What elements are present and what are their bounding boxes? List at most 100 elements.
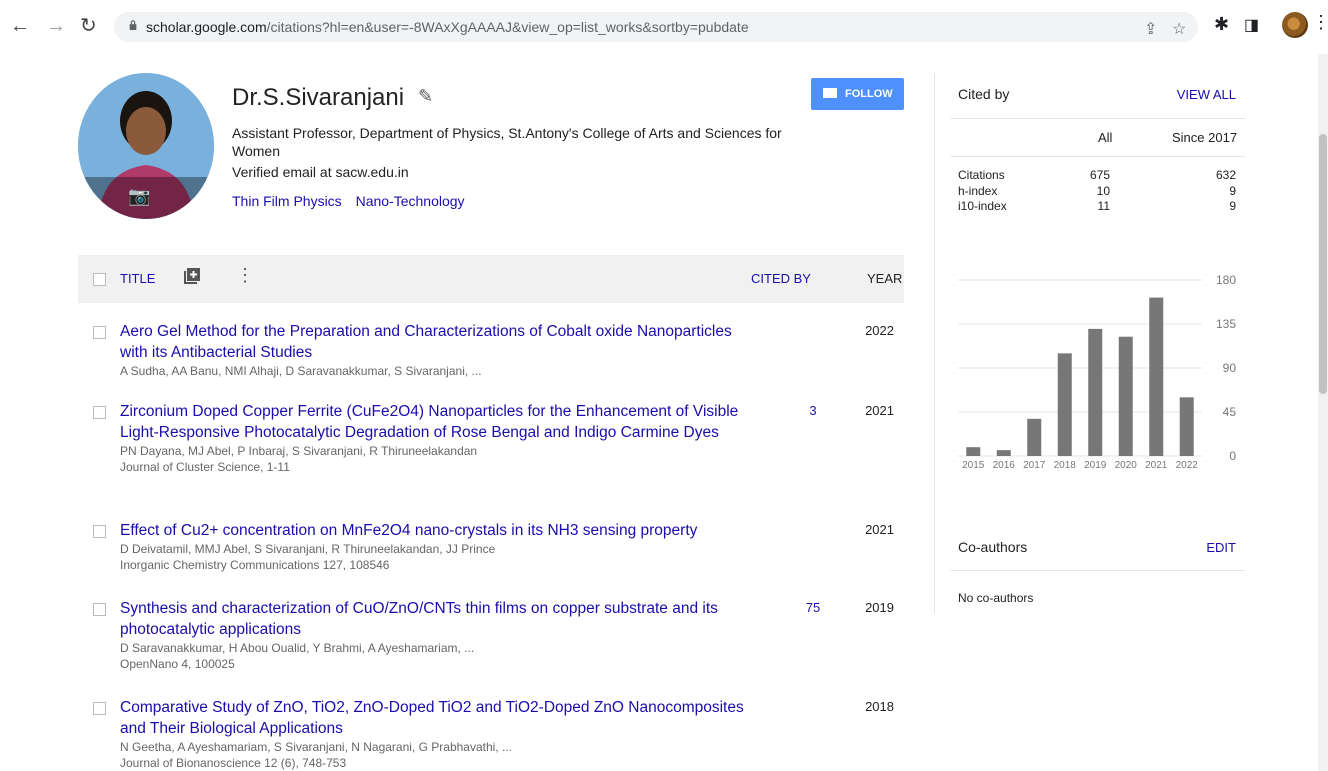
- article-authors: N Geetha, A Ayeshamariam, S Sivaranjani,…: [120, 740, 512, 754]
- chart-x-tick-label: 2015: [962, 460, 985, 471]
- chart-x-tick-label: 2016: [993, 460, 1016, 471]
- article-authors: PN Dayana, MJ Abel, P Inbaraj, S Sivaran…: [120, 444, 478, 458]
- stat-all: 10: [1096, 184, 1110, 198]
- article-authors: D Deivatamil, MMJ Abel, S Sivaranjani, R…: [120, 542, 496, 556]
- cited-by-header: Cited by VIEW ALL: [958, 86, 1236, 104]
- article-checkbox[interactable]: [93, 603, 106, 616]
- col-since-header: Since 2017: [1172, 130, 1238, 145]
- article-year: 2018: [865, 699, 894, 714]
- forward-icon[interactable]: →: [46, 14, 66, 38]
- chart-bar[interactable]: [1027, 418, 1042, 456]
- chart-x-tick-label: 2022: [1176, 460, 1199, 471]
- chart-bar[interactable]: [1179, 397, 1194, 456]
- article-checkbox[interactable]: [93, 326, 106, 339]
- chart-x-tick-label: 2017: [1023, 460, 1046, 471]
- chart-y-tick-label: 180: [1216, 273, 1236, 287]
- col-all-header: All: [1098, 130, 1113, 145]
- url-text: scholar.google.com/citations?hl=en&user=…: [146, 19, 749, 35]
- column-divider: [934, 73, 935, 613]
- article-checkbox[interactable]: [93, 702, 106, 715]
- chart-bar[interactable]: [996, 450, 1011, 456]
- chart-x-tick-label: 2020: [1115, 460, 1138, 471]
- chart-bar[interactable]: [1057, 353, 1072, 456]
- chart-y-tick-label: 135: [1216, 317, 1236, 331]
- chart-x-tick-label: 2018: [1054, 460, 1077, 471]
- extensions-icon[interactable]: ✱: [1214, 14, 1229, 35]
- article-year: 2022: [865, 323, 894, 338]
- coauthors-heading: Co-authors: [958, 539, 1028, 555]
- browser-menu-icon[interactable]: ⋮: [1312, 12, 1328, 33]
- lock-icon: [129, 20, 137, 30]
- interest-link[interactable]: Thin Film Physics: [232, 193, 342, 209]
- divider: [950, 118, 1245, 119]
- article-venue: Journal of Bionanoscience 12 (6), 748-75…: [120, 756, 347, 770]
- article-year: 2021: [865, 522, 894, 537]
- view-all-link[interactable]: VIEW ALL: [1177, 87, 1236, 102]
- stat-label[interactable]: Citations: [958, 168, 1005, 182]
- stat-since: 9: [1229, 184, 1236, 198]
- add-article-icon[interactable]: [184, 268, 200, 284]
- back-icon[interactable]: ←: [10, 14, 30, 38]
- article-title[interactable]: Synthesis and characterization of CuO/Zn…: [120, 598, 760, 640]
- article-venue: Journal of Cluster Science, 1-11: [120, 460, 290, 474]
- verified-email: Verified email at sacw.edu.in: [232, 164, 409, 180]
- stat-since: 632: [1215, 168, 1236, 182]
- article-checkbox[interactable]: [93, 406, 106, 419]
- article-venue: Inorganic Chemistry Communications 127, …: [120, 558, 390, 572]
- reload-icon[interactable]: ↻: [80, 14, 97, 38]
- stat-all: 11: [1097, 199, 1110, 213]
- research-interests: Thin Film Physics Nano-Technology: [232, 193, 475, 209]
- coauthors-header: Co-authors EDIT: [958, 539, 1236, 557]
- page-scrollbar[interactable]: [1318, 54, 1328, 771]
- chart-bar[interactable]: [1088, 328, 1103, 456]
- divider: [950, 156, 1245, 157]
- follow-button[interactable]: FOLLOW: [811, 78, 904, 110]
- side-panel-icon[interactable]: ◨: [1244, 15, 1259, 35]
- article-year: 2021: [865, 403, 894, 418]
- divider: [950, 570, 1245, 571]
- article-authors: D Saravanakkumar, H Abou Oualid, Y Brahm…: [120, 641, 475, 655]
- interest-link[interactable]: Nano-Technology: [356, 193, 465, 209]
- chart-bar[interactable]: [1118, 336, 1133, 456]
- edit-coauthors-link[interactable]: EDIT: [1206, 540, 1236, 555]
- browser-toolbar: ← → ↻ scholar.google.com/citations?hl=en…: [0, 0, 1328, 54]
- article-title[interactable]: Aero Gel Method for the Preparation and …: [120, 321, 760, 363]
- citations-per-year-chart: 180 135 90 45 0 2015 2016 2017 2018 2019 2020 2021 2…: [958, 273, 1237, 471]
- more-actions-icon[interactable]: ⋮: [236, 265, 254, 286]
- article-checkbox[interactable]: [93, 525, 106, 538]
- address-bar[interactable]: scholar.google.com/citations?hl=en&user=…: [114, 12, 1198, 42]
- article-cited-by[interactable]: 75: [798, 600, 828, 615]
- stat-label[interactable]: i10-index: [958, 199, 1007, 213]
- affiliation: Assistant Professor, Department of Physi…: [232, 125, 782, 159]
- cited-by-heading: Cited by: [958, 86, 1010, 102]
- sort-by-title[interactable]: TITLE: [120, 271, 155, 286]
- sort-by-cited[interactable]: CITED BY: [751, 271, 811, 286]
- articles-table-header: TITLE ⋮ CITED BY YEAR: [78, 255, 904, 303]
- stat-all: 675: [1089, 168, 1110, 182]
- article-title[interactable]: Effect of Cu2+ concentration on MnFe2O4 …: [120, 520, 760, 541]
- article-cited-by[interactable]: 3: [798, 403, 828, 418]
- bookmark-star-icon[interactable]: ☆: [1172, 19, 1186, 39]
- article-venue: OpenNano 4, 100025: [120, 657, 235, 671]
- no-coauthors-text: No co-authors: [958, 591, 1034, 605]
- change-photo-camera-icon[interactable]: 📷: [128, 186, 150, 207]
- article-title[interactable]: Zirconium Doped Copper Ferrite (CuFe2O4)…: [120, 401, 760, 443]
- chart-y-tick-label: 0: [1229, 449, 1236, 463]
- sort-by-year[interactable]: YEAR: [867, 271, 902, 286]
- envelope-icon: [823, 88, 837, 98]
- chart-y-tick-label: 90: [1223, 361, 1237, 375]
- scrollbar-thumb[interactable]: [1319, 134, 1327, 394]
- article-year: 2019: [865, 600, 894, 615]
- chart-bar[interactable]: [966, 447, 981, 456]
- article-title[interactable]: Comparative Study of ZnO, TiO2, ZnO-Dope…: [120, 697, 760, 739]
- profile-avatar[interactable]: [1282, 12, 1308, 38]
- share-icon[interactable]: ⇪: [1144, 19, 1157, 39]
- chart-y-tick-label: 45: [1223, 405, 1237, 419]
- edit-pencil-icon[interactable]: ✎: [418, 86, 433, 107]
- article-authors: A Sudha, AA Banu, NMI Alhaji, D Saravana…: [120, 364, 482, 378]
- stat-label[interactable]: h-index: [958, 184, 997, 198]
- profile-name: Dr.S.Sivaranjani: [232, 84, 405, 111]
- select-all-checkbox[interactable]: [93, 273, 106, 286]
- stat-since: 9: [1229, 199, 1236, 213]
- chart-bar[interactable]: [1149, 297, 1164, 456]
